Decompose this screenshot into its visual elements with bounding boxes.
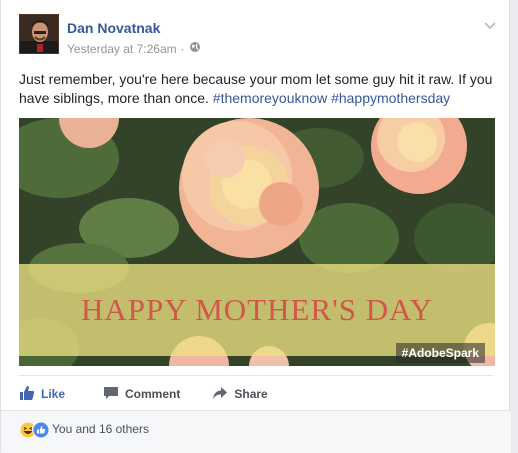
reaction-count-text: You and 16 others — [52, 422, 149, 436]
like-icon — [32, 421, 49, 438]
share-icon — [212, 385, 228, 404]
author-name[interactable]: Dan Novatnak — [67, 20, 160, 36]
action-bar: Like Comment Share — [19, 382, 495, 406]
comment-label: Comment — [125, 387, 181, 401]
reaction-summary[interactable]: You and 16 others — [19, 421, 149, 438]
comment-icon — [103, 385, 119, 404]
adobe-spark-watermark: #AdobeSpark — [395, 343, 485, 363]
chevron-down-icon[interactable] — [483, 18, 497, 32]
like-label: Like — [41, 387, 66, 401]
timestamp[interactable]: Yesterday at 7:26am — [67, 42, 177, 56]
comment-button[interactable]: Comment — [103, 385, 180, 404]
like-button[interactable]: Like — [19, 385, 65, 404]
post-meta: Yesterday at 7:26am · — [67, 41, 201, 56]
banner-text: HAPPY MOTHER'S DAY — [80, 292, 434, 327]
globe-icon[interactable] — [189, 41, 201, 56]
thumbs-up-icon — [19, 385, 35, 404]
meta-separator: · — [180, 41, 185, 56]
avatar-image — [20, 15, 58, 53]
post-text: Just remember, you're here because your … — [19, 70, 499, 108]
post-header: Dan Novatnak Yesterday at 7:26am · — [19, 14, 497, 60]
hashtag-happymothersday[interactable]: #happymothersday — [331, 90, 450, 106]
share-button[interactable]: Share — [212, 385, 268, 404]
reactions-bar: You and 16 others — [1, 410, 511, 453]
post-image[interactable]: HAPPY MOTHER'S DAY #AdobeSpark — [19, 118, 495, 366]
divider-top — [19, 375, 493, 376]
share-label: Share — [234, 387, 268, 401]
avatar[interactable] — [19, 14, 59, 54]
post-card: Dan Novatnak Yesterday at 7:26am · Just … — [0, 0, 511, 453]
hashtag-themoreyouknow[interactable]: #themoreyouknow — [213, 90, 327, 106]
